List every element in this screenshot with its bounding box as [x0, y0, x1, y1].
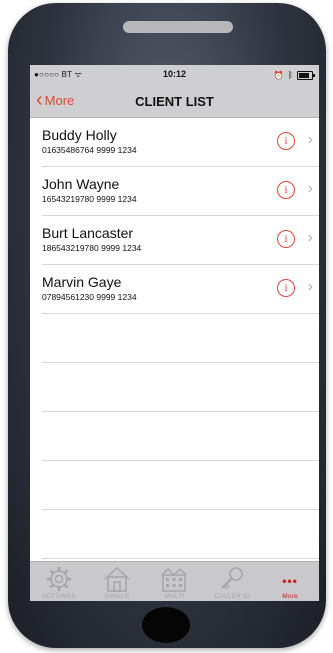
empty-row [42, 510, 319, 559]
client-row[interactable]: John Wayne 16543219780 9999 1234 i › [42, 167, 319, 216]
info-icon[interactable]: i [277, 279, 295, 297]
info-icon[interactable]: i [277, 181, 295, 199]
client-name: Burt Lancaster [42, 225, 134, 241]
building-icon [161, 567, 188, 592]
client-row[interactable]: Marvin Gaye 07894561230 9999 1234 i › [42, 265, 319, 314]
battery-icon [297, 70, 315, 80]
home-button[interactable] [142, 607, 190, 643]
empty-row [42, 363, 319, 412]
empty-row [42, 461, 319, 510]
client-number: 16543219780 9999 1234 [42, 194, 137, 204]
screen: ●○○○○ BT ᯤ 10:12 ⏰ ᛒ ‹ More CLIENT LIST … [30, 65, 319, 601]
phone-frame: ●○○○○ BT ᯤ 10:12 ⏰ ᛒ ‹ More CLIENT LIST … [8, 3, 326, 648]
speaker-slot [123, 21, 233, 33]
tab-label: CALLER ID [214, 593, 250, 600]
client-number: 186543219780 9999 1234 [42, 243, 142, 253]
client-name: Marvin Gaye [42, 274, 122, 290]
tab-label: SETTINGS [41, 593, 76, 600]
tab-multi[interactable]: MULTI [146, 562, 204, 601]
client-name: John Wayne [42, 176, 120, 192]
empty-row [42, 412, 319, 461]
tab-bar: SETTINGS SINGLE MULTI CALLER ID ••• More [30, 561, 319, 601]
chevron-right-icon: › [307, 229, 313, 246]
navigation-bar: ‹ More CLIENT LIST [30, 85, 319, 118]
chevron-right-icon: › [307, 180, 313, 197]
tab-label: More [282, 593, 298, 600]
tab-single[interactable]: SINGLE [88, 562, 146, 601]
page-title: CLIENT LIST [135, 94, 214, 109]
key-icon [221, 567, 244, 590]
tab-settings[interactable]: SETTINGS [30, 562, 88, 601]
chevron-right-icon: › [307, 278, 313, 295]
client-number: 01635486764 9999 1234 [42, 145, 137, 155]
info-icon[interactable]: i [277, 230, 295, 248]
more-dots-icon: ••• [282, 574, 298, 588]
tab-more[interactable]: ••• More [261, 562, 319, 601]
chevron-right-icon: › [307, 131, 313, 148]
gear-icon [46, 567, 71, 591]
alarm-icon: ⏰ [273, 70, 284, 80]
status-icons: ⏰ ᛒ [273, 70, 315, 80]
status-bar: ●○○○○ BT ᯤ 10:12 ⏰ ᛒ [30, 65, 319, 85]
empty-row [42, 314, 319, 363]
client-list: Buddy Holly 01635486764 9999 1234 i › Jo… [30, 118, 319, 559]
client-number: 07894561230 9999 1234 [42, 292, 137, 302]
client-name: Buddy Holly [42, 127, 117, 143]
client-row[interactable]: Burt Lancaster 186543219780 9999 1234 i … [42, 216, 319, 265]
tab-label: SINGLE [104, 593, 130, 600]
house-icon [104, 566, 130, 592]
info-icon[interactable]: i [277, 132, 295, 150]
tab-caller-id[interactable]: CALLER ID [203, 562, 261, 601]
bluetooth-icon: ᛒ [287, 70, 293, 80]
tab-label: MULTI [164, 593, 185, 600]
client-row[interactable]: Buddy Holly 01635486764 9999 1234 i › [42, 118, 319, 167]
